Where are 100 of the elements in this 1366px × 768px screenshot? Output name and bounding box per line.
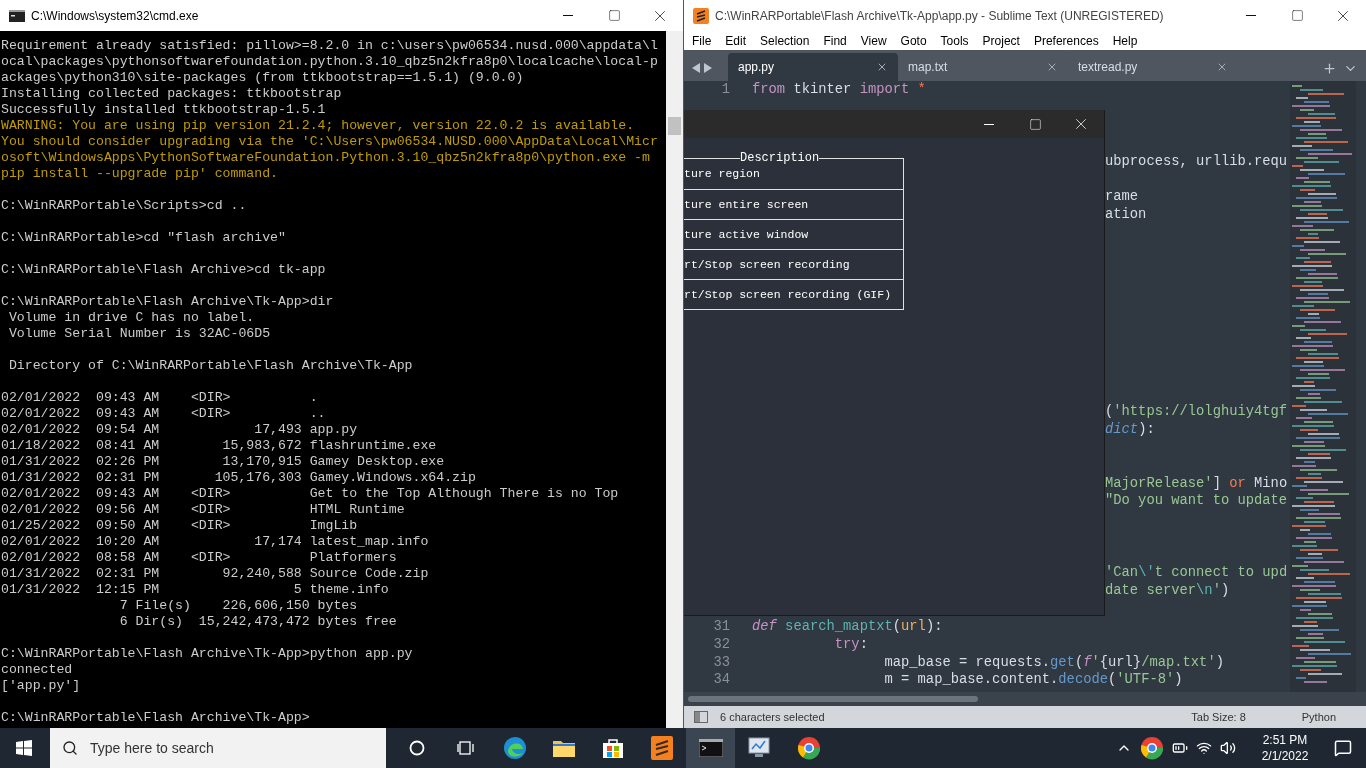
app-icon xyxy=(693,7,709,24)
line-number: 33 xyxy=(712,653,730,672)
battery-icon[interactable] xyxy=(1172,740,1188,756)
scrollbar-thumb[interactable] xyxy=(668,117,681,135)
minimize-icon xyxy=(1246,15,1256,16)
warning-line: osoft\WindowsApps\PythonSoftwareFoundation.Python.3.10_qbz5n2kfra8p0\python.exe -m xyxy=(1,150,651,166)
console-line: connected xyxy=(1,662,74,678)
console-line: C:\WinRARPortable\Flash Archive>cd tk-app xyxy=(1,262,327,278)
back-arrow-icon[interactable] xyxy=(692,63,700,73)
console-line: 02/01/2022 09:43 AM <DIR> Get to the Top Although There is no Top xyxy=(1,486,620,502)
wifi-icon[interactable] xyxy=(1196,740,1212,756)
maximize-icon xyxy=(1290,9,1304,22)
console-line: 7 File(s) 226,606,150 bytes xyxy=(118,598,359,614)
syntax-status[interactable]: Python xyxy=(1301,708,1336,726)
warning-line: pip install --upgrade pip' command. xyxy=(1,166,279,182)
search-icon xyxy=(62,740,78,756)
console-line: 01/31/2022 02:26 PM 13,170,915 Gamey Desktop.exe xyxy=(1,454,446,470)
frame-title: Description xyxy=(740,150,820,166)
menu-item[interactable]: Tools xyxy=(940,31,969,50)
colorful-circle-icon xyxy=(1140,736,1164,760)
circle-icon xyxy=(408,740,425,756)
editor-tab[interactable]: app.py xyxy=(728,53,898,81)
search-field[interactable]: Type here to search xyxy=(50,728,386,768)
clock[interactable]: 2:51 PM 2/1/2022 xyxy=(1250,732,1320,764)
console-line: 02/01/2022 09:43 AM <DIR> .. xyxy=(1,406,327,422)
code-line: MajorRelease'] or Mino xyxy=(1105,474,1288,493)
scrollbar[interactable] xyxy=(684,692,1366,706)
new-tab-icon[interactable] xyxy=(1322,60,1337,76)
console-line: 01/18/2022 08:41 AM 15,983,672 flashruntime.exe xyxy=(1,438,438,454)
line-number: 32 xyxy=(712,635,730,654)
minimize-icon xyxy=(563,15,573,16)
menu-item[interactable]: Find xyxy=(823,31,847,50)
console-line: 02/01/2022 08:58 AM <DIR> Platformers xyxy=(1,550,398,566)
code-line: from tkinter import * xyxy=(752,81,926,99)
console-line: Volume Serial Number is 32AC-06D5 xyxy=(7,326,272,342)
taskbar-app[interactable] xyxy=(686,728,735,768)
console-line: 01/25/2022 09:50 AM <DIR> ImgLib xyxy=(1,518,359,534)
task-view-icon xyxy=(456,740,475,756)
console-line: ocal\packages\pythonsoftwarefoundation.python.3.10_qbz5n2kfra8p0\localcache\local-p xyxy=(1,54,659,70)
console-line: Installing collected packages: ttkbootstrap xyxy=(1,86,343,102)
app-icon xyxy=(650,736,673,760)
code-line: def search_maptxt(url): xyxy=(752,617,943,636)
windows-logo-icon xyxy=(16,740,32,756)
menu-item[interactable]: Preferences xyxy=(1033,31,1099,50)
close-tab-icon[interactable] xyxy=(1046,61,1058,73)
console-line: 02/01/2022 10:20 AM 17,174 latest_map.info xyxy=(1,534,430,550)
console-line: ackages\python310\site-packages (from ttkbootstrap==1.5.1) (9.0.0) xyxy=(1,70,525,86)
notifications-icon[interactable] xyxy=(1334,739,1352,757)
menu-item[interactable]: Selection xyxy=(760,31,810,50)
code-line: ation xyxy=(1105,206,1147,225)
console-line: ['app.py'] xyxy=(1,678,82,694)
forward-arrow-icon[interactable] xyxy=(704,63,712,73)
warning-line: You should consider upgrading via the 'C:\Users\pw06534.NUSD.000\AppData\Local\Micr xyxy=(1,134,659,150)
maximize-icon xyxy=(607,9,621,22)
folder-icon xyxy=(551,738,576,758)
code-line: map_base = requests.get(f'{url}/map.txt') xyxy=(883,653,1224,672)
console-line: 02/01/2022 09:56 AM <DIR> HTML Runtime xyxy=(1,502,406,518)
minimize-icon xyxy=(984,123,994,125)
terminal-icon xyxy=(698,739,723,757)
close-tab-icon[interactable] xyxy=(1216,61,1228,73)
scrollbar-thumb[interactable] xyxy=(688,696,978,702)
tab-size-status[interactable]: Tab Size: 8 xyxy=(1191,708,1246,726)
console-line: Volume in drive C has no label. xyxy=(7,310,256,326)
menu-item[interactable]: Help xyxy=(1112,31,1138,50)
console-line: 02/01/2022 09:54 AM 17,493 app.py xyxy=(1,422,359,438)
line-number: 1 xyxy=(720,81,730,99)
menu-item[interactable]: Edit xyxy=(725,31,747,50)
menu-item[interactable]: File xyxy=(692,31,712,50)
menu-item[interactable]: Goto xyxy=(900,31,927,50)
code-line: rame xyxy=(1105,188,1139,207)
code-line: "Do you want to update xyxy=(1105,492,1288,511)
console-line: 01/31/2022 02:31 PM 92,240,588 Source Code.zip xyxy=(1,566,430,582)
warning-line: WARNING: You are using pip version 21.2.4; however, version 22.0.2 is available. xyxy=(1,118,636,134)
code-line: dict): xyxy=(1105,420,1155,439)
console-line: 01/31/2022 12:15 PM 5 theme.info xyxy=(1,582,390,598)
console-line: Requirement already satisfied: pillow>=8.2.0 in c:\users\pw06534.nusd.000\appdata\l xyxy=(1,38,659,54)
monitor-icon xyxy=(746,736,773,760)
code-line: try: xyxy=(833,635,868,654)
scrollbar[interactable] xyxy=(666,31,683,728)
console-line: Successfully installed ttkbootstrap-1.5.1 xyxy=(1,102,327,118)
console-line: C:\WinRARPortable\Scripts>cd .. xyxy=(1,198,248,214)
line-number: 31 xyxy=(712,617,730,636)
console-line: C:\WinRARPortable\Flash Archive\Tk-App> xyxy=(1,710,311,726)
edge-icon xyxy=(502,736,527,760)
menu-item[interactable]: View xyxy=(860,31,887,50)
console-line: C:\WinRARPortable\Flash Archive\Tk-App>python app.py xyxy=(1,646,414,662)
shortcut-description: ture active window xyxy=(684,219,903,249)
maximize-icon xyxy=(1028,117,1042,131)
close-tab-icon[interactable] xyxy=(876,61,888,73)
menu-item[interactable]: Project xyxy=(982,31,1020,50)
panel-icon[interactable] xyxy=(694,711,708,723)
code-line: m = map_base.content.decode('UTF-8') xyxy=(883,671,1183,690)
terminal-icon xyxy=(9,9,25,22)
code-line: 'Can\'t connect to upd xyxy=(1105,564,1288,582)
volume-icon[interactable] xyxy=(1220,740,1236,756)
console-line: Directory of C:\WinRARPortable\Flash Archive\Tk-App xyxy=(7,358,414,374)
code-line: ubprocess, urllib.requ xyxy=(1105,152,1288,171)
shortcut-description: rt/Stop screen recording (GIF) xyxy=(684,279,903,309)
window-title: C:\Windows\system32\cmd.exe xyxy=(31,7,200,25)
selection-status: 6 characters selected xyxy=(720,709,826,725)
